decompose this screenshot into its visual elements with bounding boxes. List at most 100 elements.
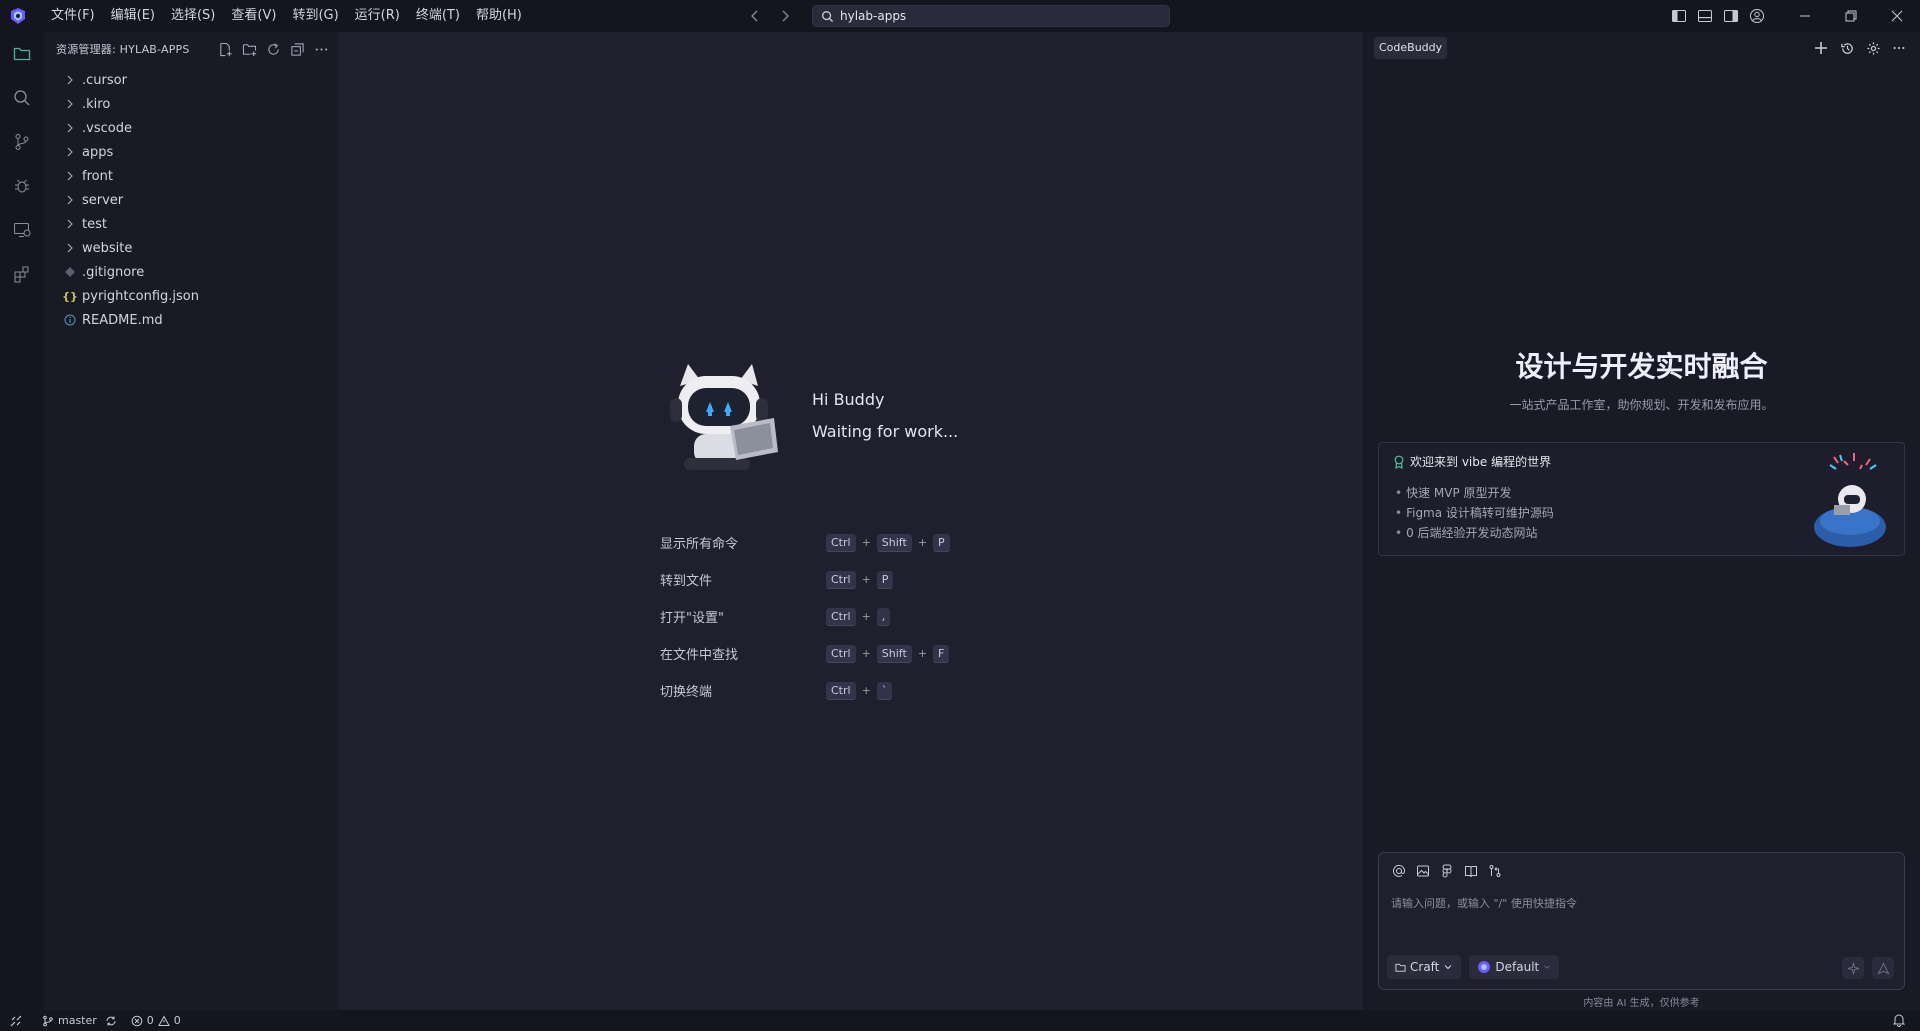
shortcut-keys: Ctrl + , xyxy=(826,607,891,626)
model-selector[interactable]: Default xyxy=(1469,955,1560,979)
shortcut-row[interactable]: 显示所有命令 Ctrl + Shift + P xyxy=(660,524,950,561)
key-cap: Shift xyxy=(876,533,912,552)
command-center-search[interactable]: hylab-apps xyxy=(812,5,1170,27)
tree-folder-test[interactable]: test xyxy=(44,212,338,236)
tree-folder-front[interactable]: front xyxy=(44,164,338,188)
tree-folder-server[interactable]: server xyxy=(44,188,338,212)
send-icon[interactable] xyxy=(1872,957,1894,979)
tree-folder-apps[interactable]: apps xyxy=(44,140,338,164)
explorer-actions xyxy=(218,41,330,57)
tree-file-gitignore[interactable]: .gitignore xyxy=(44,260,338,284)
more-options-icon[interactable] xyxy=(1890,39,1908,57)
new-chat-icon[interactable] xyxy=(1812,39,1830,57)
toggle-primary-sidebar-icon[interactable] xyxy=(1666,0,1692,32)
award-icon xyxy=(1394,455,1404,469)
enhance-prompt-icon[interactable] xyxy=(1842,957,1864,979)
search-view-icon[interactable] xyxy=(0,76,44,120)
tree-file-readme[interactable]: README.md xyxy=(44,308,338,332)
new-file-icon[interactable] xyxy=(218,41,234,57)
tree-file-pyrightconfig[interactable]: {} pyrightconfig.json xyxy=(44,284,338,308)
key-cap: Ctrl xyxy=(826,644,856,663)
image-upload-icon[interactable] xyxy=(1415,863,1431,879)
tree-folder-kiro[interactable]: .kiro xyxy=(44,92,338,116)
chevron-down-icon xyxy=(1544,965,1550,969)
menu-file[interactable]: 文件(F) xyxy=(43,0,103,32)
key-cap: P xyxy=(933,533,950,552)
forward-arrow-icon[interactable] xyxy=(778,9,792,23)
menu-edit[interactable]: 编辑(E) xyxy=(103,0,163,32)
run-debug-icon[interactable] xyxy=(0,164,44,208)
key-cap: Ctrl xyxy=(826,607,856,626)
hero-title: 设计与开发实时融合 xyxy=(1515,350,1768,383)
toggle-panel-icon[interactable] xyxy=(1692,0,1718,32)
chat-right-controls xyxy=(1842,957,1894,979)
vibe-welcome-card[interactable]: 欢迎来到 vibe 编程的世界 快速 MVP 原型开发 Figma 设计稿转可维… xyxy=(1378,442,1905,556)
shortcut-row[interactable]: 在文件中查找 Ctrl + Shift + F xyxy=(660,635,950,672)
menu-view[interactable]: 查看(V) xyxy=(223,0,284,32)
back-arrow-icon[interactable] xyxy=(748,9,762,23)
restore-icon[interactable] xyxy=(1828,0,1874,32)
menu-run[interactable]: 运行(R) xyxy=(347,0,408,32)
key-cap: Shift xyxy=(876,644,912,663)
menu-go[interactable]: 转到(G) xyxy=(284,0,346,32)
problems-indicator[interactable]: 0 0 xyxy=(131,1014,181,1027)
shortcut-row[interactable]: 打开"设置" Ctrl + , xyxy=(660,598,950,635)
tree-folder-vscode[interactable]: .vscode xyxy=(44,116,338,140)
tree-item-label: .vscode xyxy=(82,120,132,136)
close-icon[interactable] xyxy=(1874,0,1920,32)
sync-icon[interactable] xyxy=(105,1015,117,1027)
tree-item-label: .kiro xyxy=(82,96,111,112)
hero-subtitle: 一站式产品工作室，助你规划、开发和发布应用。 xyxy=(1509,398,1774,412)
chat-input-placeholder[interactable]: 请输入问题，或输入 "/" 使用快捷指令 xyxy=(1391,895,1577,911)
model-label: Default xyxy=(1495,960,1540,974)
mode-selector[interactable]: Craft xyxy=(1387,955,1462,979)
chat-bottom-controls: Craft Default xyxy=(1387,955,1560,979)
history-icon[interactable] xyxy=(1838,39,1856,57)
app-logo-icon xyxy=(11,8,25,24)
shortcut-keys: Ctrl + P xyxy=(826,570,894,589)
source-control-icon[interactable] xyxy=(0,120,44,164)
code-review-icon[interactable] xyxy=(1487,863,1503,879)
minimize-icon[interactable] xyxy=(1782,0,1828,32)
explorer-sidebar: 资源管理器: HYLAB-APPS .cursor .kiro .vscode … xyxy=(44,32,338,1010)
mention-at-icon[interactable] xyxy=(1391,863,1407,879)
settings-gear-icon[interactable] xyxy=(1864,39,1882,57)
shortcut-row[interactable]: 转到文件 Ctrl + P xyxy=(660,561,950,598)
robot-cat-mascot-icon xyxy=(670,364,778,470)
folder-icon xyxy=(1395,963,1406,972)
explorer-header: 资源管理器: HYLAB-APPS xyxy=(44,32,338,66)
account-icon[interactable] xyxy=(1744,0,1770,32)
tree-item-label: .cursor xyxy=(82,72,127,88)
shortcut-label: 打开"设置" xyxy=(660,611,724,626)
key-cap: P xyxy=(876,570,894,589)
branch-indicator[interactable]: master xyxy=(42,1014,117,1027)
collapse-all-icon[interactable] xyxy=(290,41,306,57)
menu-selection[interactable]: 选择(S) xyxy=(163,0,223,32)
knowledge-book-icon[interactable] xyxy=(1463,863,1479,879)
vibe-card-title-text: 欢迎来到 vibe 编程的世界 xyxy=(1410,455,1552,469)
vibe-card-title: 欢迎来到 vibe 编程的世界 xyxy=(1393,453,1551,470)
title-right-controls xyxy=(1666,0,1920,32)
key-cap: Ctrl xyxy=(826,570,856,589)
new-folder-icon[interactable] xyxy=(242,41,258,57)
figma-icon[interactable] xyxy=(1439,863,1455,879)
refresh-icon[interactable] xyxy=(266,41,282,57)
more-actions-icon[interactable] xyxy=(314,41,330,57)
tree-folder-cursor[interactable]: .cursor xyxy=(44,68,338,92)
notifications-bell-icon[interactable] xyxy=(1892,1013,1906,1027)
extensions-icon[interactable] xyxy=(0,252,44,296)
tree-item-label: apps xyxy=(82,144,114,160)
remote-indicator-icon[interactable] xyxy=(0,1010,32,1031)
menu-help[interactable]: 帮助(H) xyxy=(468,0,530,32)
key-cap: Ctrl xyxy=(826,533,856,552)
menu-terminal[interactable]: 终端(T) xyxy=(408,0,468,32)
remote-explorer-icon[interactable] xyxy=(0,208,44,252)
chat-input-box[interactable]: 请输入问题，或输入 "/" 使用快捷指令 Craft Default xyxy=(1378,852,1905,990)
toggle-secondary-sidebar-icon[interactable] xyxy=(1718,0,1744,32)
search-icon xyxy=(822,10,834,22)
vibe-feature-list: 快速 MVP 原型开发 Figma 设计稿转可维护源码 0 后端经验开发动态网站 xyxy=(1395,483,1554,543)
tree-folder-website[interactable]: website xyxy=(44,236,338,260)
codebuddy-tab[interactable]: CodeBuddy xyxy=(1374,37,1448,59)
shortcut-row[interactable]: 切换终端 Ctrl + ` xyxy=(660,672,950,709)
explorer-icon[interactable] xyxy=(0,32,44,76)
